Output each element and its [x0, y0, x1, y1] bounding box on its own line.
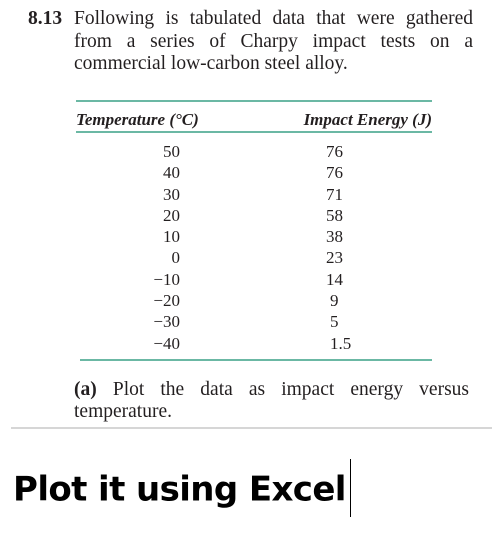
energy-cell: 9: [330, 291, 339, 311]
table-row: −20 9: [76, 290, 432, 311]
question-a: (a) Plot the data as impact energy versu…: [74, 379, 469, 423]
header-impact-energy: Impact Energy (J): [303, 110, 432, 129]
problem-number: 8.13: [28, 8, 63, 29]
energy-cell: 76: [326, 163, 343, 183]
energy-cell: 38: [326, 227, 343, 247]
table-row: 10 38: [76, 226, 432, 247]
energy-cell: 14: [326, 269, 343, 289]
table-row: 40 76: [76, 162, 432, 183]
energy-cell: 1.5: [330, 333, 352, 353]
temperature-cell: 0: [171, 248, 181, 268]
question-label: (a): [74, 379, 97, 400]
energy-cell: 23: [326, 248, 343, 268]
temperature-cell: −40: [153, 333, 180, 353]
temperature-cell: −10: [153, 269, 180, 289]
divider: [11, 427, 492, 429]
text-caret: [349, 459, 352, 517]
temperature-cell: 50: [163, 142, 180, 161]
table-row: 20 58: [76, 205, 432, 226]
temperature-cell: −20: [153, 291, 180, 311]
temperature-cell: 20: [163, 205, 180, 225]
table-row: −40 1.5: [76, 333, 432, 354]
table-row: −10 14: [76, 269, 432, 290]
problem-statement: 8.13 Following is tabulated data that we…: [28, 8, 473, 76]
temperature-cell: −30: [153, 312, 180, 332]
table-row: 30 71: [76, 184, 432, 205]
energy-cell: 58: [326, 205, 343, 225]
typed-text[interactable]: Plot it using Excel: [13, 470, 346, 510]
energy-cell: 76: [326, 142, 343, 161]
table-row: 50 76: [76, 141, 432, 162]
energy-cell: 71: [326, 184, 343, 204]
table-top-rule: [76, 100, 432, 102]
temperature-cell: 40: [163, 163, 180, 183]
question-text: Plot the data as impact energy versus te…: [74, 379, 470, 422]
editor-text-area[interactable]: Plot it using Excel: [13, 459, 352, 520]
table-bottom-rule: [80, 359, 432, 361]
table-row: 0 23: [76, 247, 432, 268]
table-row: −30 5: [76, 311, 432, 332]
table-header-rule: [76, 131, 432, 133]
table-body: 50 76 40 76 30 71 20 58 10 38 0 23 −10 14 −20 9 …: [76, 141, 432, 354]
header-temperature: Temperature (°C): [76, 110, 199, 129]
energy-cell: 5: [330, 312, 339, 332]
temperature-cell: 10: [163, 227, 180, 247]
problem-text: Following is tabulated data that were ga…: [74, 8, 473, 74]
temperature-cell: 30: [163, 184, 180, 204]
